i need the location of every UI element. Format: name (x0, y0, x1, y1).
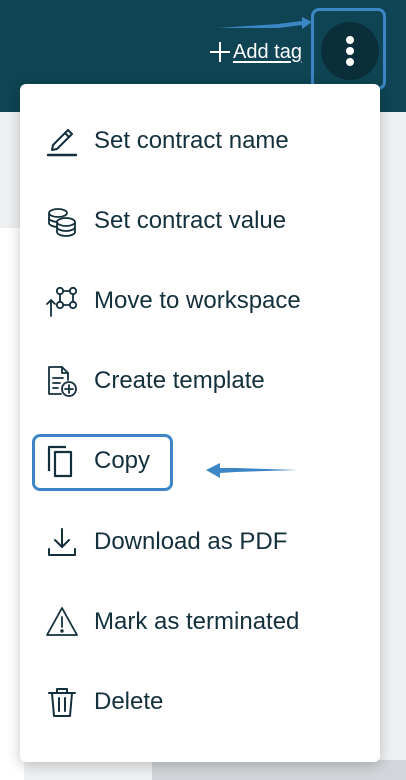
template-add-icon (44, 363, 80, 399)
contract-actions-menu: Set contract name Set contract value Mov… (20, 84, 380, 762)
menu-item-move-to-workspace[interactable]: Move to workspace (20, 261, 380, 341)
add-tag-label: Add tag (233, 40, 302, 63)
menu-item-create-template[interactable]: Create template (20, 341, 380, 421)
trash-icon (44, 684, 80, 720)
menu-item-label: Set contract name (94, 127, 289, 154)
menu-item-label: Move to workspace (94, 287, 301, 314)
highlight-more-button (311, 8, 386, 90)
menu-item-set-contract-value[interactable]: Set contract value (20, 181, 380, 261)
plus-icon (210, 42, 230, 62)
coins-icon (44, 203, 80, 239)
background-panel-bottom (152, 760, 406, 780)
menu-item-label: Set contract value (94, 207, 287, 234)
menu-item-label: Mark as terminated (94, 608, 300, 635)
menu-item-download-pdf[interactable]: Download as PDF (20, 502, 380, 582)
highlight-copy-item (32, 434, 173, 491)
menu-item-set-contract-name[interactable]: Set contract name (20, 101, 380, 181)
menu-item-label: Create template (94, 367, 265, 394)
annotation-arrow-copy (206, 463, 298, 478)
menu-item-delete[interactable]: Delete (20, 662, 380, 742)
add-tag-button[interactable]: Add tag (210, 38, 302, 66)
pencil-icon (44, 123, 80, 159)
menu-item-label: Delete (94, 688, 164, 715)
menu-item-mark-terminated[interactable]: Mark as terminated (20, 582, 380, 662)
annotation-arrow-top (218, 17, 312, 29)
warning-icon (44, 604, 80, 640)
download-icon (44, 524, 80, 560)
menu-item-label: Download as PDF (94, 528, 288, 555)
workspace-move-icon (44, 283, 80, 319)
